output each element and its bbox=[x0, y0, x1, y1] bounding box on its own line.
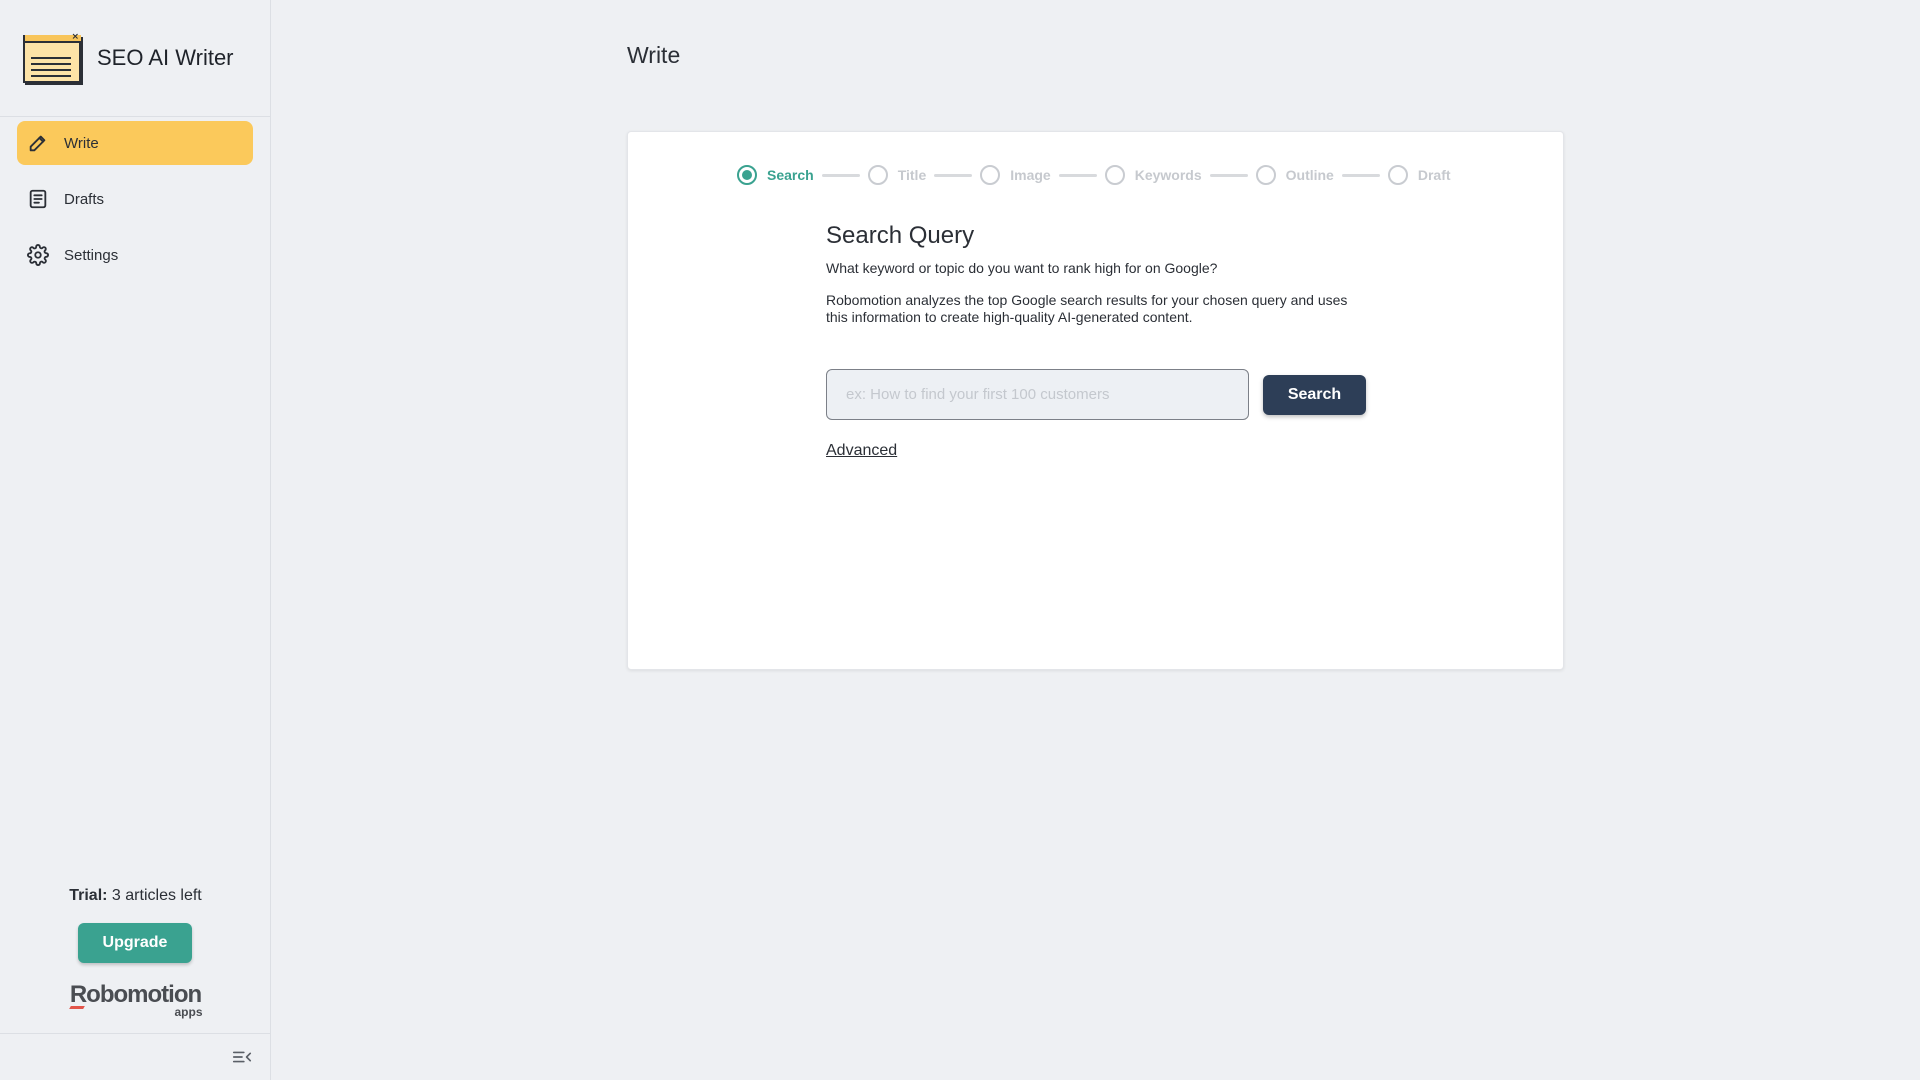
step-connector bbox=[1209, 173, 1248, 177]
step-connector bbox=[1341, 173, 1380, 177]
step-keywords[interactable]: Keywords bbox=[1104, 165, 1202, 185]
section-title: Search Query bbox=[826, 222, 975, 249]
search-button[interactable]: Search bbox=[1263, 374, 1366, 415]
sidebar: × SEO AI Writer Write Drafts Settings Tr… bbox=[0, 0, 271, 1080]
pencil-icon bbox=[27, 132, 49, 154]
step-draft[interactable]: Draft bbox=[1387, 165, 1451, 185]
trial-status: Trial: 3 articles left bbox=[0, 887, 271, 905]
step-label: Outline bbox=[1285, 167, 1334, 183]
step-search[interactable]: Search bbox=[737, 165, 814, 185]
trial-label: Trial: bbox=[69, 887, 108, 904]
step-indicator bbox=[1104, 165, 1125, 185]
document-icon bbox=[27, 188, 49, 210]
step-label: Draft bbox=[1417, 167, 1451, 183]
sidebar-item-label: Settings bbox=[64, 246, 119, 264]
robomotion-logo: Robomotion apps bbox=[0, 981, 271, 1019]
write-card: Search Title Image Keywords Outline Draf… bbox=[627, 131, 1564, 670]
brand-header: × SEO AI Writer bbox=[0, 0, 270, 117]
sidebar-item-label: Write bbox=[64, 134, 99, 152]
sidebar-item-drafts[interactable]: Drafts bbox=[17, 177, 253, 221]
app-logo: × bbox=[23, 32, 83, 83]
question-text: What keyword or topic do you want to ran… bbox=[826, 260, 1218, 276]
stepper: Search Title Image Keywords Outline Draf… bbox=[737, 164, 1451, 186]
trial-suffix: articles left bbox=[125, 887, 202, 904]
app-title: SEO AI Writer bbox=[97, 45, 234, 70]
advanced-link[interactable]: Advanced bbox=[826, 442, 897, 460]
step-connector bbox=[821, 173, 860, 177]
step-label: Title bbox=[897, 167, 927, 183]
sidebar-item-settings[interactable]: Settings bbox=[17, 233, 253, 277]
step-indicator bbox=[867, 165, 888, 185]
trial-count: 3 bbox=[111, 887, 121, 904]
search-query-section: Search Query What keyword or topic do yo… bbox=[826, 222, 1366, 326]
search-input[interactable] bbox=[826, 369, 1249, 420]
step-connector bbox=[1058, 173, 1097, 177]
step-title[interactable]: Title bbox=[867, 165, 927, 185]
sidebar-nav: Write Drafts Settings bbox=[0, 117, 270, 293]
page-title: Write bbox=[627, 42, 681, 68]
step-indicator bbox=[1387, 165, 1408, 185]
step-indicator bbox=[737, 165, 757, 185]
search-row: Search bbox=[826, 369, 1366, 420]
step-indicator bbox=[1255, 165, 1276, 185]
gear-icon bbox=[27, 244, 49, 266]
step-indicator bbox=[980, 165, 1001, 185]
step-label: Keywords bbox=[1134, 167, 1202, 183]
step-label: Image bbox=[1010, 167, 1051, 183]
description-text: Robomotion analyzes the top Google searc… bbox=[826, 292, 1348, 325]
step-connector bbox=[934, 173, 973, 177]
collapse-sidebar-icon[interactable] bbox=[231, 1046, 253, 1068]
step-image[interactable]: Image bbox=[980, 165, 1051, 185]
sidebar-item-label: Drafts bbox=[64, 190, 105, 208]
step-label: Search bbox=[767, 167, 814, 183]
sidebar-item-write[interactable]: Write bbox=[17, 121, 253, 165]
step-outline[interactable]: Outline bbox=[1255, 165, 1334, 185]
upgrade-button[interactable]: Upgrade bbox=[78, 923, 192, 963]
sidebar-footer bbox=[0, 1033, 271, 1080]
logo-text: Robomotion bbox=[69, 981, 202, 1008]
